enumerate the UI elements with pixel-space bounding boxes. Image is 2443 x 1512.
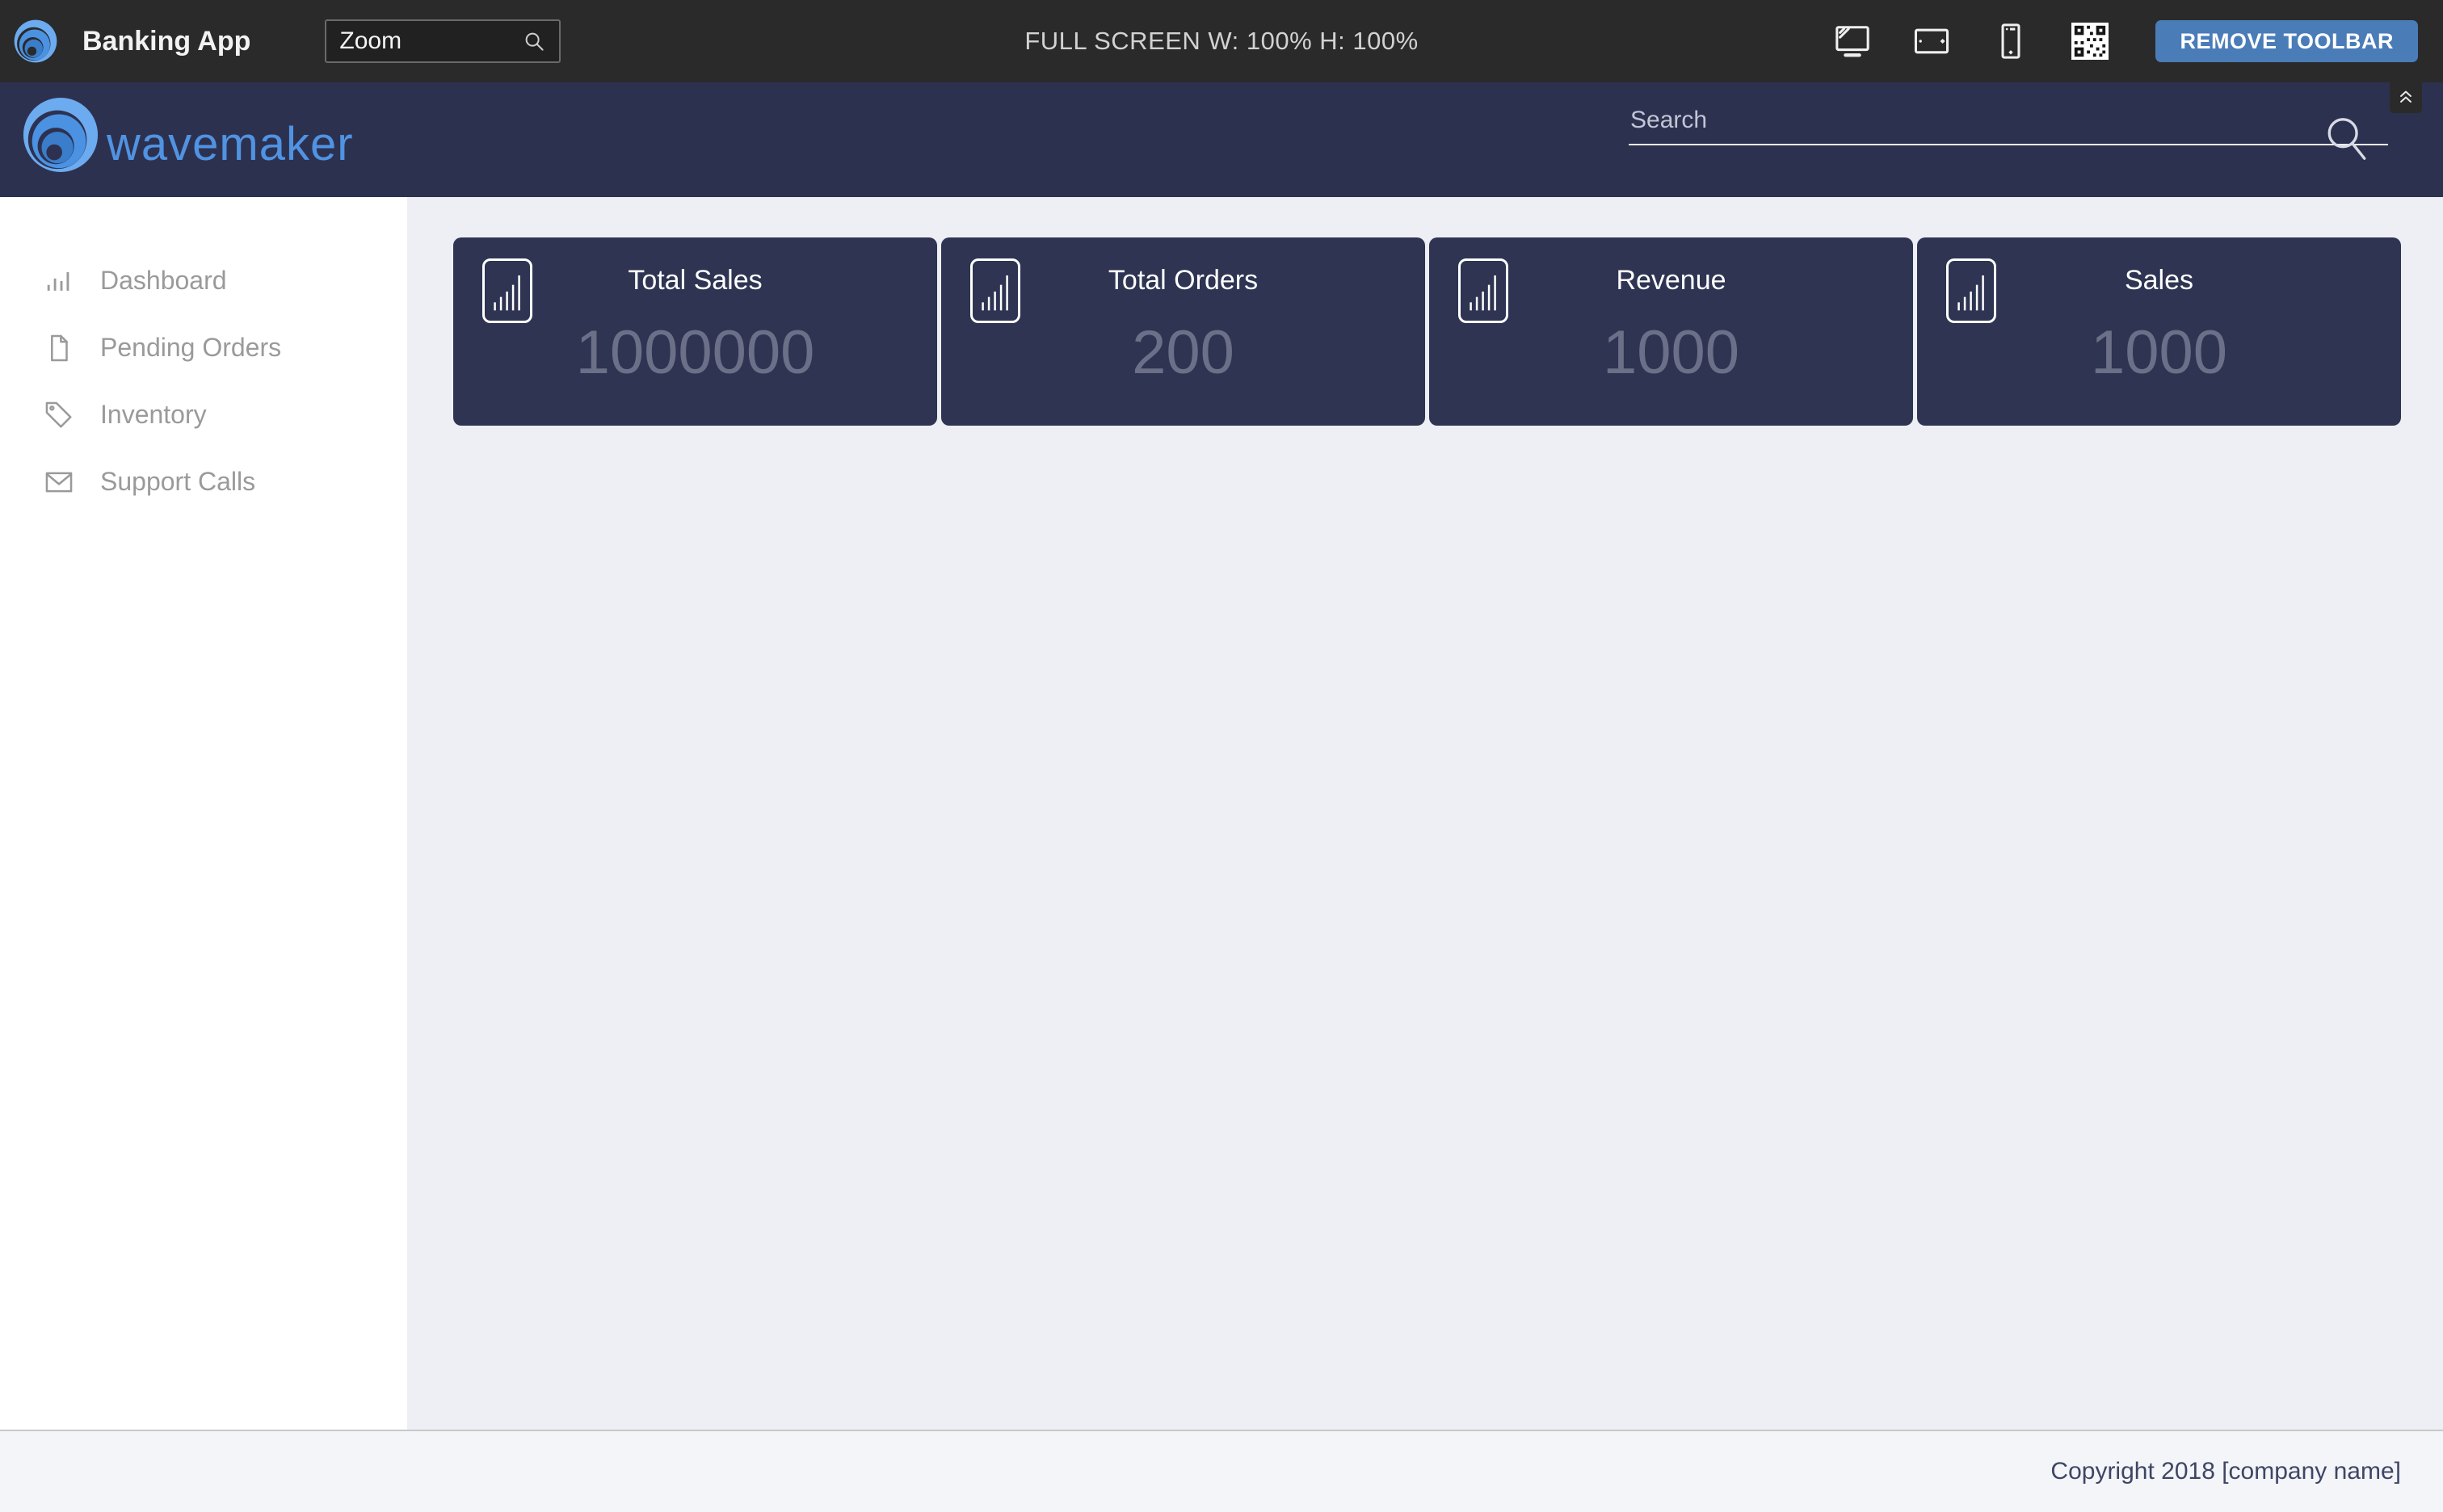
sidebar-item-support-calls[interactable]: Support Calls <box>0 448 407 515</box>
sidebar-item-inventory[interactable]: Inventory <box>0 381 407 448</box>
page-footer: Copyright 2018 [company name] <box>0 1430 2443 1512</box>
bar-chart-icon <box>1458 258 1508 323</box>
card-total-orders: Total Orders 200 <box>941 237 1425 426</box>
zoom-input[interactable] <box>339 27 522 55</box>
dev-toolbar: Banking App FULL SCREEN W: 100% H: 100% <box>0 0 2443 82</box>
bar-chart-icon <box>482 258 532 323</box>
search-icon <box>522 29 546 53</box>
envelope-icon <box>44 467 74 498</box>
sidebar-nav: Dashboard Pending Orders Inventory Suppo… <box>0 197 407 1430</box>
sidebar-item-label: Support Calls <box>100 467 255 497</box>
card-value: 1000 <box>1429 317 1913 388</box>
card-value: 1000000 <box>453 317 937 388</box>
bar-chart-icon <box>44 266 74 296</box>
card-value: 200 <box>941 317 1425 388</box>
wavemaker-logo-icon <box>21 95 100 174</box>
sidebar-item-dashboard[interactable]: Dashboard <box>0 247 407 314</box>
main-content: Total Sales 1000000 Total Orders 200 <box>407 197 2443 1430</box>
search-input[interactable] <box>1629 103 2388 145</box>
header-search <box>1629 103 2388 145</box>
sidebar-item-label: Inventory <box>100 400 207 430</box>
copyright-text: Copyright 2018 [company name] <box>2050 1458 2401 1485</box>
chevron-double-up-icon <box>2395 88 2416 107</box>
wavemaker-logo-icon <box>13 19 58 64</box>
fullscreen-status: FULL SCREEN W: 100% H: 100% <box>1024 27 1418 56</box>
phone-preview-icon[interactable] <box>1992 23 2029 60</box>
card-value: 1000 <box>1917 317 2401 388</box>
bar-chart-icon <box>970 258 1020 323</box>
brand-name: wavemaker <box>107 117 354 171</box>
toolbar-actions: REMOVE TOOLBAR <box>1834 0 2418 82</box>
collapse-header-button[interactable] <box>2390 82 2422 113</box>
tablet-preview-icon[interactable] <box>1913 23 1950 60</box>
app-title: Banking App <box>82 26 250 57</box>
card-sales: Sales 1000 <box>1917 237 2401 426</box>
tag-icon <box>44 400 74 430</box>
card-revenue: Revenue 1000 <box>1429 237 1913 426</box>
sidebar-item-label: Pending Orders <box>100 333 281 363</box>
app-header: wavemaker <box>0 82 2443 197</box>
document-icon <box>44 333 74 363</box>
kpi-cards: Total Sales 1000000 Total Orders 200 <box>453 237 2401 426</box>
card-total-sales: Total Sales 1000000 <box>453 237 937 426</box>
sidebar-item-label: Dashboard <box>100 266 227 296</box>
sidebar-item-pending-orders[interactable]: Pending Orders <box>0 314 407 381</box>
qr-code-icon[interactable] <box>2071 23 2109 60</box>
search-icon[interactable] <box>2323 113 2370 165</box>
remove-toolbar-button[interactable]: REMOVE TOOLBAR <box>2155 20 2418 62</box>
desktop-preview-icon[interactable] <box>1834 23 1871 60</box>
page-body: Dashboard Pending Orders Inventory Suppo… <box>0 197 2443 1430</box>
bar-chart-icon <box>1946 258 1996 323</box>
zoom-search-box[interactable] <box>325 19 561 63</box>
brand: wavemaker <box>21 95 354 184</box>
